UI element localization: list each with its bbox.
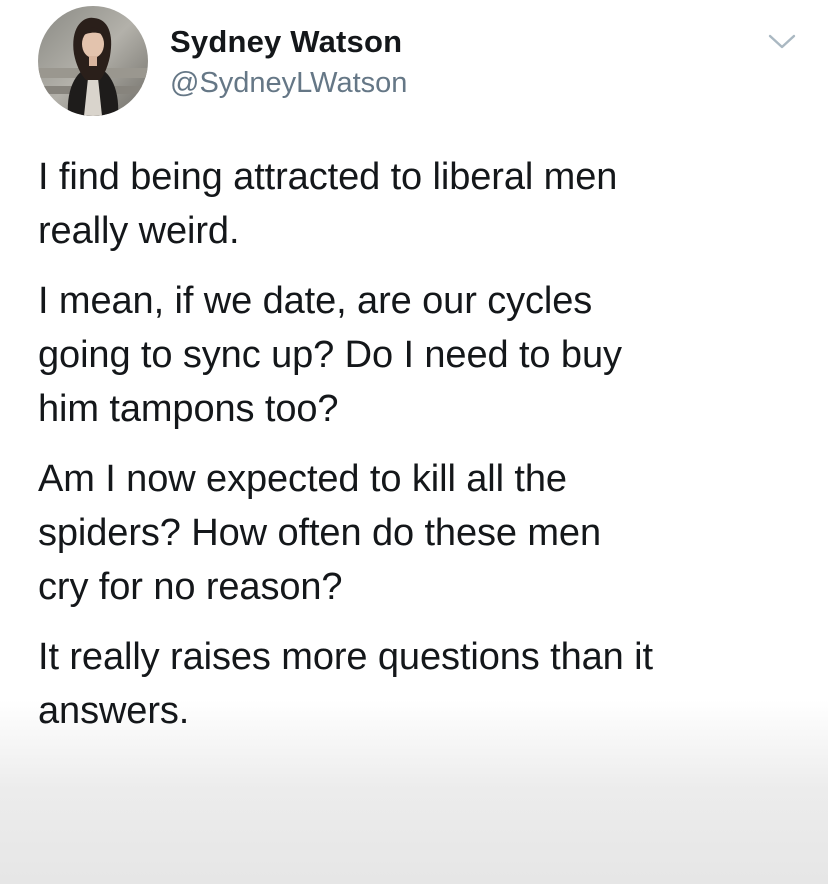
author-names: Sydney Watson @SydneyLWatson	[170, 24, 407, 100]
tweet-paragraph: It really raises more questions than it …	[38, 630, 798, 738]
tweet-text-line: going to sync up? Do I need to buy	[38, 334, 622, 376]
tweet-text: I find being attracted to liberal men re…	[38, 150, 798, 754]
author-handle[interactable]: @SydneyLWatson	[170, 66, 407, 100]
tweet-header: Sydney Watson @SydneyLWatson	[38, 6, 798, 118]
avatar[interactable]	[38, 6, 148, 116]
tweet-text-line: really weird.	[38, 210, 240, 252]
author-display-name[interactable]: Sydney Watson	[170, 24, 407, 60]
tweet-text-line: It really raises more questions than it	[38, 636, 653, 678]
tweet-text-line: cry for no reason?	[38, 566, 343, 608]
chevron-down-icon[interactable]	[766, 32, 798, 52]
tweet-text-line: spiders? How often do these men	[38, 512, 602, 554]
tweet-paragraph: I mean, if we date, are our cycles going…	[38, 274, 798, 436]
tweet-text-line: answers.	[38, 690, 190, 732]
tweet-text-line: I find being attracted to liberal men	[38, 156, 618, 198]
tweet-text-line: him tampons too?	[38, 388, 339, 430]
profile-photo-avatar-icon	[38, 6, 148, 116]
tweet-card: Sydney Watson @SydneyLWatson I find bein…	[0, 0, 828, 884]
tweet-text-line: I mean, if we date, are our cycles	[38, 280, 593, 322]
tweet-paragraph: Am I now expected to kill all the spider…	[38, 452, 798, 614]
tweet-text-line: Am I now expected to kill all the	[38, 458, 567, 500]
tweet-paragraph: I find being attracted to liberal men re…	[38, 150, 798, 258]
